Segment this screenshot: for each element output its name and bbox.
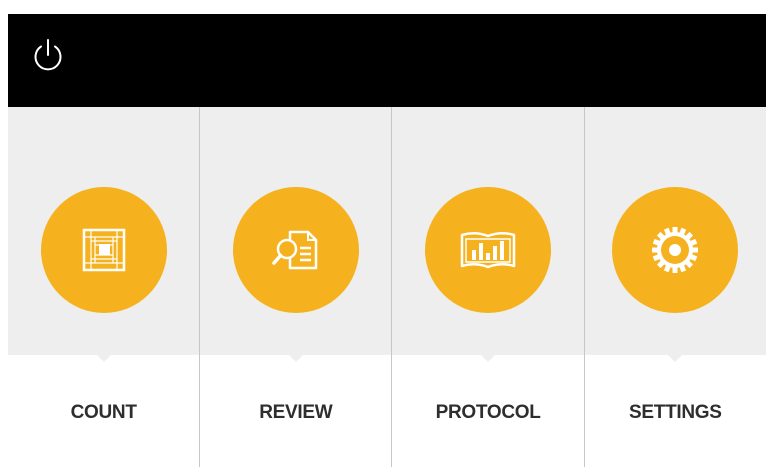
protocol-icon-circle (425, 187, 552, 313)
power-icon (34, 39, 62, 71)
document-magnifier-icon (272, 230, 318, 270)
tile-pointer (668, 355, 683, 362)
top-bar (8, 14, 766, 107)
menu-tile-count[interactable]: COUNT (8, 107, 200, 467)
menu-tile-review[interactable]: REVIEW (199, 107, 392, 467)
count-icon-circle (40, 187, 167, 313)
main-screen: COUNT REVIEW PROTOCOL SETTINGS (8, 14, 766, 467)
menu-label-count: COUNT (70, 402, 137, 423)
gear-icon (652, 227, 699, 273)
menu-tile-settings[interactable]: SETTINGS (583, 107, 766, 467)
tile-pointer (481, 355, 496, 362)
review-icon-circle (232, 187, 359, 313)
menu-label-review: REVIEW (259, 402, 333, 423)
menu-tiles: COUNT REVIEW PROTOCOL SETTINGS (8, 107, 766, 467)
menu-label-protocol: PROTOCOL (435, 402, 541, 423)
power-button[interactable] (30, 37, 66, 73)
tile-pointer (96, 355, 111, 362)
settings-icon-circle (612, 187, 739, 313)
book-chart-icon (460, 232, 516, 269)
tile-pointer (288, 355, 303, 362)
menu-label-settings: SETTINGS (629, 402, 722, 423)
hemocytometer-grid-icon (82, 228, 125, 272)
menu-tile-protocol[interactable]: PROTOCOL (391, 107, 584, 467)
